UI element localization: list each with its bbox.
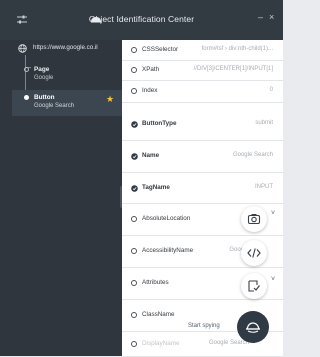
property-value: 0 bbox=[269, 87, 273, 93]
property-label: AbsoluteLocation bbox=[142, 215, 191, 222]
export-button[interactable] bbox=[241, 273, 267, 299]
radio-button[interactable] bbox=[131, 248, 137, 254]
start-spying-tooltip: Start spying bbox=[186, 322, 222, 330]
radio-button[interactable] bbox=[131, 47, 137, 53]
property-label: AccessibilityName bbox=[142, 247, 194, 254]
tree-node-root-label: https://www.google.co.il bbox=[33, 44, 98, 51]
radio-button[interactable] bbox=[131, 216, 137, 222]
property-row[interactable]: ButtonType submit bbox=[122, 108, 283, 141]
export-icon bbox=[248, 280, 260, 292]
property-value: submit bbox=[255, 120, 273, 126]
tree-bullet bbox=[24, 67, 29, 72]
radio-checked-icon[interactable] bbox=[131, 153, 138, 160]
radio-checked-icon[interactable] bbox=[131, 121, 138, 128]
property-value: Google Search bbox=[208, 340, 249, 346]
property-value: INPUT bbox=[255, 184, 273, 190]
star-icon[interactable]: ★ bbox=[106, 94, 114, 105]
radio-button[interactable] bbox=[131, 341, 137, 347]
tree-node-root[interactable]: https://www.google.co.il bbox=[4, 42, 122, 56]
capture-button[interactable] bbox=[241, 206, 267, 232]
property-row[interactable]: XPath //DIV[3]/CENTER[1]/INPUT[1] bbox=[122, 60, 283, 81]
tree-bullet bbox=[24, 95, 29, 100]
start-spying-button[interactable] bbox=[237, 311, 269, 343]
tree-node-button-selected[interactable]: Button Google Search ★ bbox=[12, 90, 122, 116]
close-icon[interactable]: × bbox=[269, 12, 274, 22]
property-label: ClassName bbox=[142, 311, 175, 318]
property-label: Attributes bbox=[142, 279, 169, 286]
property-value: Google Search bbox=[232, 152, 273, 158]
property-row[interactable]: CSSSelector form#tsf › div:nth-child(1)..… bbox=[122, 40, 283, 61]
minimize-icon[interactable]: – bbox=[258, 12, 263, 22]
radio-button[interactable] bbox=[131, 88, 137, 94]
window-title: Object Identification Center bbox=[88, 14, 195, 24]
code-icon bbox=[247, 248, 261, 258]
property-row[interactable]: Index 0 bbox=[122, 80, 283, 103]
chevron-down-icon[interactable]: ˅ bbox=[271, 276, 275, 283]
property-label: XPath bbox=[142, 66, 160, 73]
tree-node-page[interactable]: Page Google bbox=[20, 62, 122, 86]
property-row[interactable]: TagName INPUT bbox=[122, 172, 283, 204]
camera-icon bbox=[247, 214, 261, 225]
tree-node-page-sub: Google bbox=[34, 75, 54, 81]
tree-node-page-label: Page bbox=[34, 66, 50, 73]
property-value: //DIV[3]/CENTER[1]/INPUT[1] bbox=[193, 66, 273, 72]
globe-icon bbox=[18, 44, 27, 53]
property-label: TagName bbox=[142, 184, 170, 191]
chevron-down-icon[interactable]: ˅ bbox=[271, 210, 275, 217]
radio-button[interactable] bbox=[131, 312, 137, 318]
object-tree-panel bbox=[0, 40, 122, 356]
property-label: Index bbox=[142, 87, 158, 94]
title-bar: Object Identification Center – × bbox=[0, 0, 283, 40]
property-label: ButtonType bbox=[142, 120, 177, 127]
property-label: CSSSelector bbox=[142, 46, 179, 53]
spy-icon bbox=[246, 322, 260, 333]
property-value: form#tsf › div:nth-child(1)... bbox=[201, 46, 273, 52]
tree-node-button-sub: Google Search bbox=[34, 103, 75, 109]
property-label: Name bbox=[142, 152, 160, 159]
property-label: DisplayName bbox=[142, 340, 180, 347]
tree-node-button-label: Button bbox=[34, 94, 55, 101]
radio-checked-icon[interactable] bbox=[131, 185, 138, 192]
radio-button[interactable] bbox=[131, 67, 137, 73]
radio-button[interactable] bbox=[131, 280, 137, 286]
code-button[interactable] bbox=[241, 240, 267, 266]
property-row[interactable]: Name Google Search bbox=[122, 140, 283, 173]
